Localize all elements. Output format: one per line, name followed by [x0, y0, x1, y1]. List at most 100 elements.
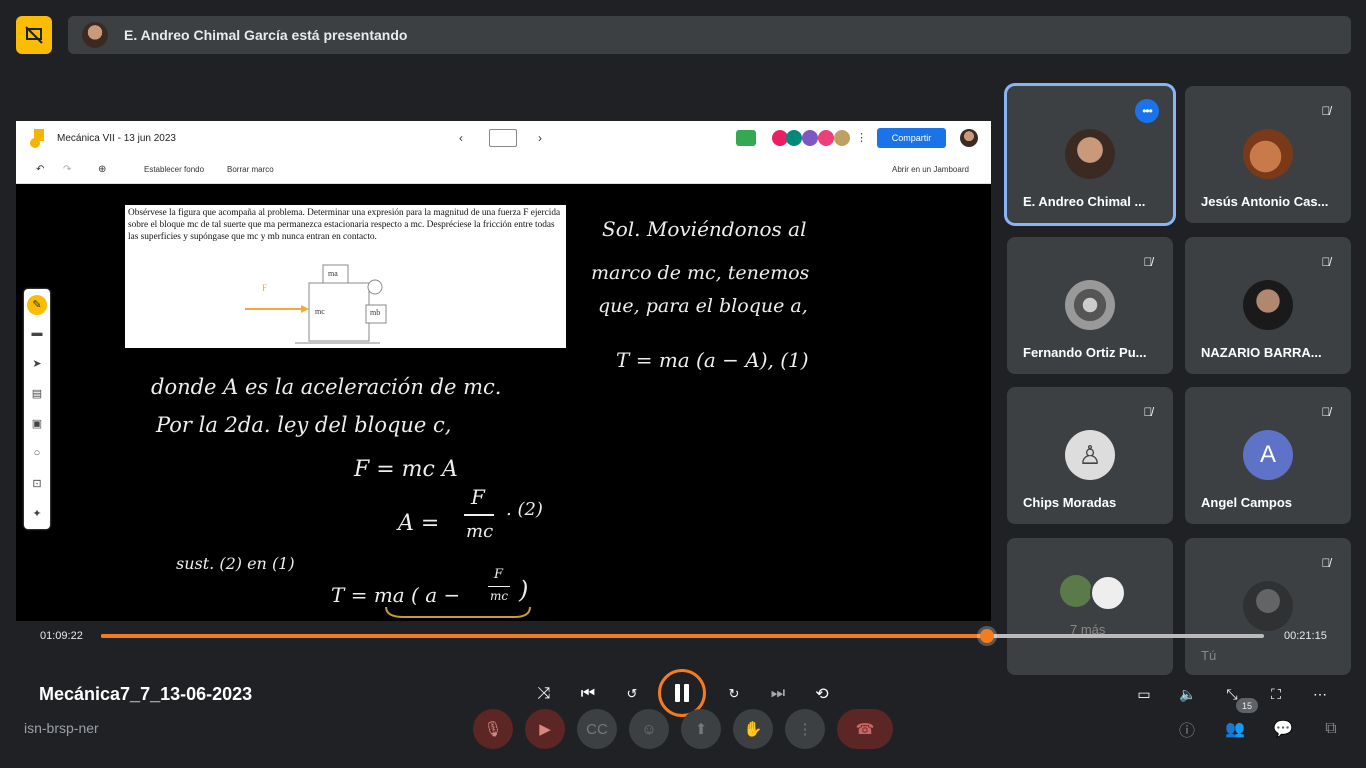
raise-hand-button[interactable]: ✋ [733, 709, 773, 749]
mic-off-icon: 🎙̸ [1321, 556, 1331, 570]
problem-statement: Obsérvese la figura que acompaña al prob… [125, 205, 566, 348]
present-button[interactable]: ⬆ [681, 709, 721, 749]
participant-tile[interactable]: 🎙̸ NAZARIO BARRA... [1185, 237, 1351, 374]
pause-icon [675, 684, 689, 702]
share-label: Compartir [891, 133, 932, 143]
previous-icon[interactable]: ⏮ [576, 682, 600, 706]
sticky-note-icon[interactable]: ▤ [24, 387, 50, 400]
handwriting-line: que, para el bloque a, [598, 295, 808, 317]
collaborator-avatar [802, 130, 818, 146]
handwriting-line: marco de mc, tenemos [591, 262, 810, 284]
jamboard-header: Mecánica VII - 13 jun 2023 ‹ › ⋮ Compart… [16, 121, 991, 157]
captions-icon[interactable]: ▭ [1132, 682, 1156, 706]
redo-icon[interactable]: ↷ [63, 164, 71, 175]
block-c-label: mc [315, 307, 325, 316]
frame-thumbnail[interactable] [489, 129, 517, 147]
share-button[interactable]: Compartir [877, 128, 946, 148]
presenting-text: E. Andreo Chimal García está presentando [124, 27, 408, 43]
mic-off-icon: 🎙̸ [1321, 405, 1331, 419]
rewind-10-icon[interactable]: ↺ [620, 682, 644, 706]
repeat-off-icon[interactable]: ⟲ [810, 682, 834, 706]
participant-tile[interactable]: 🎙̸ Jesús Antonio Cas... [1185, 86, 1351, 223]
mic-off-icon: 🎙̸ [1321, 255, 1331, 269]
participant-tile[interactable]: ••• E. Andreo Chimal ... [1007, 86, 1173, 223]
participant-tile[interactable]: A 🎙̸ Angel Campos [1185, 387, 1351, 524]
equation-close: ) [519, 576, 529, 604]
next-frame-icon[interactable]: › [538, 131, 542, 145]
seek-bar-progress [101, 634, 988, 638]
more-options-button[interactable]: ⋮ [785, 709, 825, 749]
participant-tile[interactable]: ♙ 🎙̸ Chips Moradas [1007, 387, 1173, 524]
blocks-diagram [245, 264, 387, 344]
set-background-button[interactable]: Establecer fondo [144, 165, 204, 174]
avatar [1090, 575, 1126, 611]
fullscreen-icon[interactable]: ⛶ [1264, 682, 1288, 706]
avatar [1065, 129, 1115, 179]
fraction-bar [488, 586, 510, 587]
avatar [1243, 129, 1293, 179]
equation-lhs: T = ma ( a − [331, 583, 461, 607]
people-icon[interactable]: 👥 [1224, 718, 1246, 740]
more-participants-tile[interactable]: 7 más [1007, 538, 1173, 675]
handwriting-line: Por la 2da. ley del bloque c, [156, 413, 452, 437]
collaborator-avatar [834, 130, 850, 146]
shared-screen: Mecánica VII - 13 jun 2023 ‹ › ⋮ Compart… [16, 121, 991, 621]
text-box-icon[interactable]: ⊡ [24, 477, 50, 490]
open-in-jamboard-button[interactable]: Abrir en un Jamboard [892, 165, 969, 174]
equation: F = mc A [354, 457, 458, 482]
undo-icon[interactable]: ↶ [36, 164, 44, 175]
select-icon[interactable]: ➤ [24, 357, 50, 370]
user-avatar[interactable] [960, 129, 978, 147]
image-icon[interactable]: ▣ [24, 417, 50, 430]
more-icon[interactable]: ⋯ [1308, 682, 1332, 706]
mic-toggle-button[interactable]: 🎙 [473, 709, 513, 749]
fraction-denominator: mc [490, 589, 509, 603]
forward-30-icon[interactable]: ↻ [722, 682, 746, 706]
clear-frame-button[interactable]: Borrar marco [227, 165, 274, 174]
laser-icon[interactable]: ✦ [24, 507, 50, 520]
meeting-code: isn-brsp-ner [24, 720, 99, 736]
fraction-numerator: F [471, 485, 485, 509]
equation-tag: . (2) [506, 499, 543, 520]
jamboard-tools: ✎ ▬ ➤ ▤ ▣ ○ ⊡ ✦ [24, 289, 50, 529]
shuffle-icon[interactable]: ⤨ [532, 682, 556, 706]
chat-icon[interactable]: 💬 [1272, 718, 1294, 740]
emoji-button[interactable]: ☺ [629, 709, 669, 749]
presenter-avatar [82, 22, 108, 48]
fraction-denominator: mc [466, 521, 494, 542]
volume-icon[interactable]: 🔈 [1176, 682, 1200, 706]
block-a-label: ma [328, 269, 338, 278]
equation: T = ma (a − A), (1) [616, 348, 809, 372]
jamboard-toolbar: ↶ ↷ ⊕ Establecer fondo Borrar marco Abri… [16, 157, 991, 184]
fraction-bar [464, 514, 494, 516]
pen-icon[interactable]: ✎ [27, 295, 47, 315]
shape-icon[interactable]: ○ [24, 447, 50, 459]
participant-name: Fernando Ortiz Pu... [1023, 345, 1147, 360]
self-tile[interactable]: 🎙̸ Tú [1185, 538, 1351, 675]
participant-name: E. Andreo Chimal ... [1023, 194, 1146, 209]
more-options-icon[interactable]: ••• [1135, 99, 1159, 123]
info-icon[interactable]: ⓘ [1176, 718, 1198, 740]
captions-button[interactable]: CC [577, 709, 617, 749]
remaining-time: 00:21:15 [1284, 630, 1327, 642]
seek-handle[interactable] [980, 629, 995, 643]
eraser-icon[interactable]: ▬ [24, 327, 50, 339]
mic-off-icon: 🎙̸ [1143, 405, 1153, 419]
handwriting-line: Sol. Moviéndonos al [602, 217, 807, 241]
participant-tile[interactable]: 🎙̸ Fernando Ortiz Pu... [1007, 237, 1173, 374]
leave-call-button[interactable]: ☎ [837, 709, 893, 749]
collaborator-avatar [786, 130, 802, 146]
equation-lhs: A = [398, 511, 440, 536]
more-options-icon[interactable]: ⋮ [856, 131, 867, 144]
problem-text: Obsérvese la figura que acompaña al prob… [128, 208, 561, 242]
meet-icon[interactable] [736, 130, 756, 146]
next-icon[interactable]: ⏭ [766, 682, 790, 706]
camera-toggle-button[interactable]: ▶ [525, 709, 565, 749]
presentation-icon[interactable] [16, 16, 52, 54]
mic-off-icon: 🎙̸ [1143, 255, 1153, 269]
prev-frame-icon[interactable]: ‹ [459, 131, 463, 145]
activities-icon[interactable]: ⧉ [1320, 718, 1342, 740]
participant-name: Angel Campos [1201, 495, 1293, 510]
zoom-icon[interactable]: ⊕ [98, 164, 106, 175]
self-name: Tú [1201, 648, 1217, 663]
